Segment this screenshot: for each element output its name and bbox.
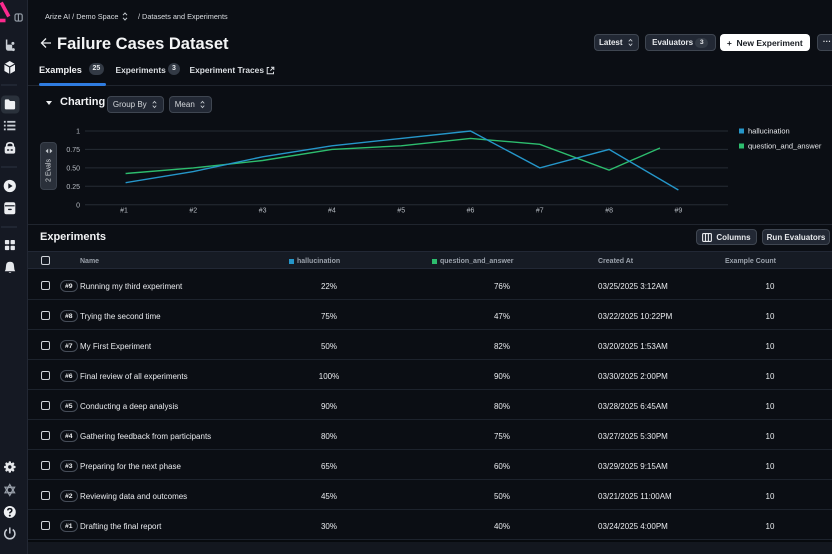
svg-text:1: 1	[76, 129, 80, 136]
svg-text:#5: #5	[397, 208, 405, 215]
svg-text:#6: #6	[467, 208, 475, 215]
svg-text:0.75: 0.75	[66, 147, 80, 154]
svg-text:#8: #8	[605, 208, 613, 215]
svg-text:#1: #1	[120, 208, 128, 215]
svg-text:0.25: 0.25	[66, 184, 80, 191]
svg-text:#3: #3	[259, 208, 267, 215]
svg-text:#7: #7	[536, 208, 544, 215]
svg-text:#9: #9	[675, 208, 683, 215]
svg-text:0: 0	[76, 202, 80, 209]
svg-text:#4: #4	[328, 208, 336, 215]
svg-text:hallucination: hallucination	[748, 127, 790, 136]
svg-text:#2: #2	[189, 208, 197, 215]
svg-text:question_and_answer: question_and_answer	[748, 142, 822, 151]
svg-text:0.50: 0.50	[66, 165, 80, 172]
